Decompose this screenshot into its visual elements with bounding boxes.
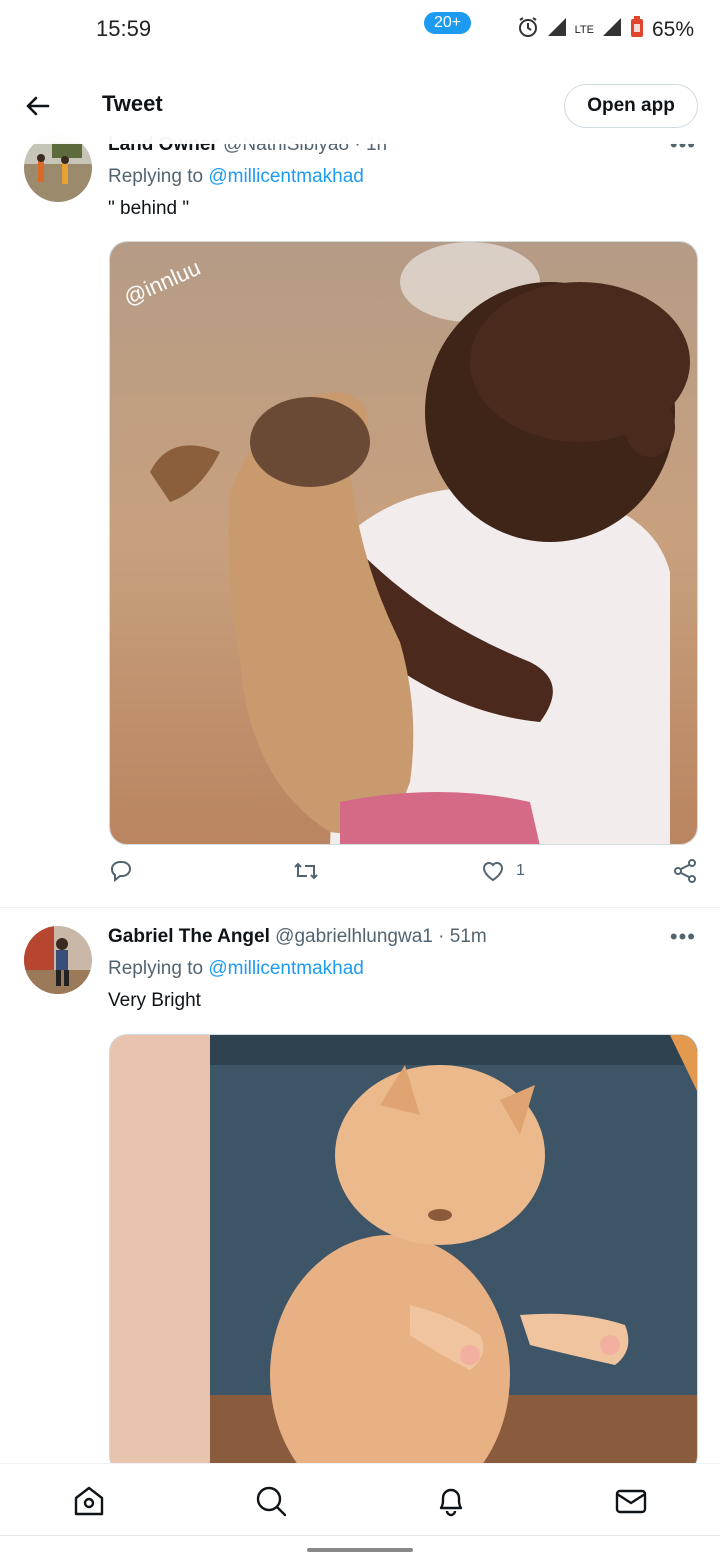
battery-percent: 65% [651, 18, 694, 41]
bottom-nav [0, 1463, 720, 1535]
share-button[interactable] [672, 858, 698, 884]
heart-icon [482, 862, 504, 882]
tweet-time[interactable]: 51m [450, 926, 487, 947]
tweet-media[interactable]: @innluu [109, 241, 698, 845]
like-button[interactable]: 1 [480, 858, 525, 884]
separator-dot: · [438, 926, 445, 947]
alarm-icon [517, 16, 539, 44]
back-button[interactable] [18, 86, 58, 126]
tweet-card[interactable]: Land Owner @NathiSibiya8 · 1h ••• Replyi… [0, 120, 720, 908]
nav-notifications[interactable] [434, 1484, 468, 1518]
tweet-actions: 1 [108, 858, 698, 898]
tweet-text: Very Bright [108, 990, 201, 1011]
share-icon [674, 859, 696, 883]
mention-link[interactable]: @millicentmakhad [208, 166, 364, 187]
replying-to: Replying to @millicentmakhad [108, 958, 364, 980]
status-icons: LTE 65% [517, 16, 694, 44]
mention-link[interactable]: @millicentmakhad [208, 958, 364, 979]
replying-to: Replying to @millicentmakhad [108, 166, 364, 188]
avatar[interactable] [24, 926, 92, 994]
page-title: Tweet [102, 91, 163, 116]
search-icon [256, 1486, 287, 1517]
baby-holding-puppy-photo: @innluu [110, 242, 697, 844]
avatar[interactable] [24, 134, 92, 202]
battery-icon [630, 16, 644, 44]
more-icon: ••• [669, 924, 696, 949]
app-bar: Tweet Open app [0, 66, 720, 144]
author-name[interactable]: Gabriel The Angel [108, 926, 270, 947]
tweet-text: " behind " [108, 198, 190, 219]
replying-to-label: Replying to [108, 166, 204, 187]
nav-home[interactable] [72, 1484, 106, 1518]
reply-icon [111, 861, 131, 883]
more-options-button[interactable]: ••• [670, 924, 696, 950]
open-app-button[interactable]: Open app [564, 84, 698, 128]
retweet-button[interactable] [292, 858, 320, 884]
lte-icon: LTE [574, 23, 594, 36]
tweet-card[interactable]: Gabriel The Angel @gabrielhlungwa1 · 51m… [0, 912, 720, 1474]
status-time: 15:59 [96, 16, 152, 41]
status-bar: 15:59 LTE 65% [0, 0, 720, 60]
signal-icon [602, 17, 622, 43]
home-icon [74, 1486, 104, 1516]
tweet-header: Gabriel The Angel @gabrielhlungwa1 · 51m [108, 926, 487, 948]
gesture-home-indicator[interactable] [307, 1548, 413, 1552]
reply-button[interactable] [108, 858, 134, 884]
author-handle[interactable]: @gabrielhlungwa1 [275, 926, 433, 947]
signal-icon [547, 17, 567, 43]
nav-search[interactable] [254, 1484, 288, 1518]
tweet-divider [0, 907, 720, 908]
replying-to-label: Replying to [108, 958, 204, 979]
notifications-icon [439, 1488, 463, 1517]
nav-messages[interactable] [614, 1484, 648, 1518]
tweet-media[interactable] [109, 1034, 698, 1474]
like-count: 1 [516, 862, 525, 879]
retweet-icon [294, 862, 318, 880]
network-type-label: LTE [574, 23, 594, 36]
arrow-left-icon [26, 96, 50, 116]
cat-standing-photo [110, 1035, 697, 1473]
notifications-badge: 20+ [422, 10, 474, 36]
messages-icon [615, 1489, 647, 1514]
